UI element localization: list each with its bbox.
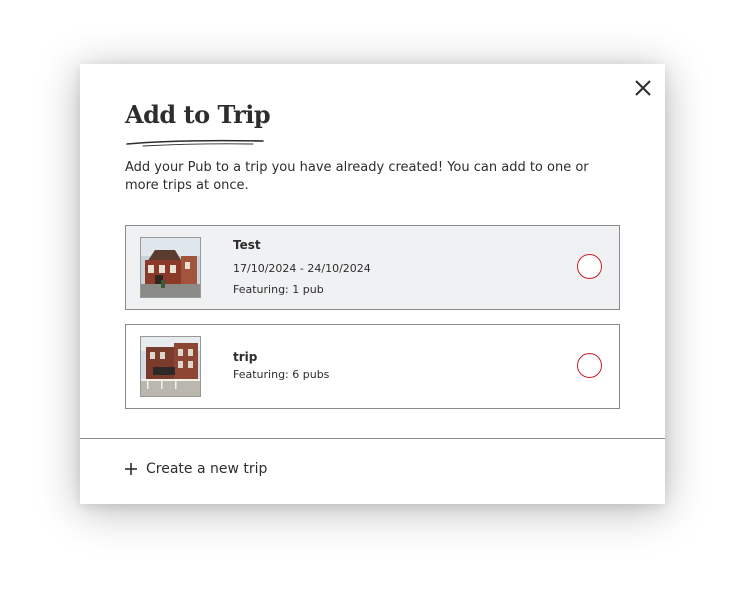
trip-item-trip[interactable]: trip Featuring: 6 pubs (125, 324, 620, 409)
trip-dates: 17/10/2024 - 24/10/2024 (233, 262, 371, 275)
close-icon (635, 80, 651, 96)
footer-divider (80, 438, 665, 439)
title-underline-decoration (126, 139, 264, 147)
add-to-trip-modal: Add to Trip Add your Pub to a trip you h… (80, 64, 665, 504)
page-backdrop: Add to Trip Add your Pub to a trip you h… (0, 0, 739, 594)
trip-select-radio[interactable] (577, 353, 602, 378)
modal-intro-text: Add your Pub to a trip you have already … (125, 160, 589, 193)
trip-featuring: Featuring: 1 pub (233, 283, 324, 296)
modal-title: Add to Trip (125, 100, 271, 129)
plus-icon (125, 463, 137, 475)
trip-item-test[interactable]: Test 17/10/2024 - 24/10/2024 Featuring: … (125, 225, 620, 310)
trip-name: trip (233, 350, 258, 364)
close-button[interactable] (632, 77, 654, 99)
create-new-trip-button[interactable]: Create a new trip (125, 461, 267, 477)
trip-featuring: Featuring: 6 pubs (233, 368, 330, 381)
trip-thumbnail (140, 237, 201, 298)
trip-thumbnail (140, 336, 201, 397)
create-new-trip-label: Create a new trip (146, 461, 268, 477)
trip-select-radio[interactable] (577, 254, 602, 279)
trip-name: Test (233, 238, 261, 252)
